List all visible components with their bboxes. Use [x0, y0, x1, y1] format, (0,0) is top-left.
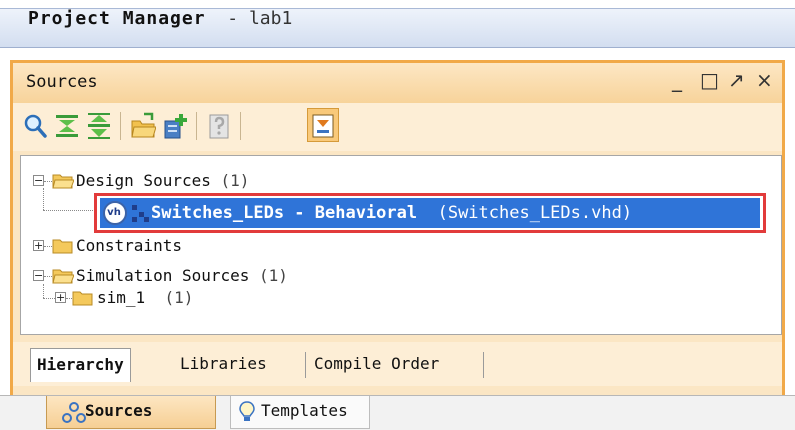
expand-sim-1[interactable]: +	[55, 292, 66, 303]
vhdl-badge: vh	[107, 207, 121, 218]
sources-header	[13, 63, 782, 103]
tree-item-simulation-sources[interactable]: Simulation Sources (1)	[76, 265, 288, 287]
module-name: Switches_LEDs - Behavioral	[151, 203, 418, 223]
tab-compile-order[interactable]: Compile Order	[308, 348, 445, 382]
folder-icon	[52, 239, 73, 254]
toolbar-separator	[196, 112, 197, 140]
float-icon[interactable]: ↗	[728, 68, 745, 92]
expand-constraints[interactable]: +	[33, 240, 44, 251]
tree-connector	[44, 276, 52, 277]
tree-connector	[44, 181, 52, 182]
sim-1-label: sim_1	[97, 288, 146, 307]
open-folder-icon	[52, 174, 74, 189]
tab-libraries[interactable]: Libraries	[174, 348, 273, 382]
tree-item-sim-1[interactable]: sim_1 (1)	[97, 287, 193, 309]
switches-leds-label: Switches_LEDs - Behavioral (Switches_LED…	[151, 202, 632, 224]
add-sources-icon[interactable]	[162, 112, 188, 140]
project-name: lab1	[248, 8, 293, 29]
project-manager-label: Project Manager	[28, 8, 206, 29]
design-sources-count: (1)	[220, 171, 250, 190]
toolbar-separator	[120, 112, 121, 140]
sources-hierarchy-icon	[62, 402, 86, 423]
tree-connector	[43, 188, 44, 210]
collapse-all-icon[interactable]	[54, 112, 80, 140]
tree-connector	[43, 284, 44, 298]
sim-1-count: (1)	[164, 288, 194, 307]
tree-connector	[43, 210, 93, 211]
lightbulb-icon	[239, 401, 255, 421]
title-separator: -	[227, 8, 239, 29]
simulation-sources-label: Simulation Sources	[76, 266, 250, 285]
tab-divider	[483, 352, 484, 378]
hierarchy-update-icon[interactable]	[310, 112, 336, 140]
maximize-icon[interactable]: □	[700, 68, 719, 92]
folder-icon	[72, 291, 93, 306]
tree-connector	[43, 298, 55, 299]
close-icon[interactable]: ×	[756, 68, 773, 92]
sources-tab-label: Sources	[85, 401, 153, 420]
templates-tab-label: Templates	[261, 401, 348, 420]
module-file: (Switches_LEDs.vhd)	[437, 203, 633, 223]
collapse-simulation-sources[interactable]: −	[33, 270, 44, 281]
tab-hierarchy[interactable]: Hierarchy	[30, 348, 131, 382]
toolbar-separator	[240, 112, 241, 140]
sources-title: Sources	[26, 72, 98, 92]
simulation-sources-count: (1)	[259, 266, 288, 285]
collapse-design-sources[interactable]: −	[33, 175, 44, 186]
open-folder-icon[interactable]	[130, 112, 156, 140]
minimize-icon[interactable]: _	[672, 68, 682, 92]
design-sources-label: Design Sources	[76, 171, 211, 190]
tab-divider	[305, 352, 306, 378]
project-manager-title: Project Manager - lab1	[28, 6, 292, 32]
properties-icon[interactable]	[206, 112, 232, 140]
search-icon[interactable]	[22, 112, 48, 140]
sources-toolbar	[13, 103, 782, 151]
tree-item-constraints[interactable]: Constraints	[76, 235, 182, 257]
open-folder-icon	[52, 269, 74, 284]
tree-item-design-sources[interactable]: Design Sources (1)	[76, 170, 249, 192]
expand-all-icon[interactable]	[86, 112, 112, 140]
tree-connector	[44, 246, 52, 247]
